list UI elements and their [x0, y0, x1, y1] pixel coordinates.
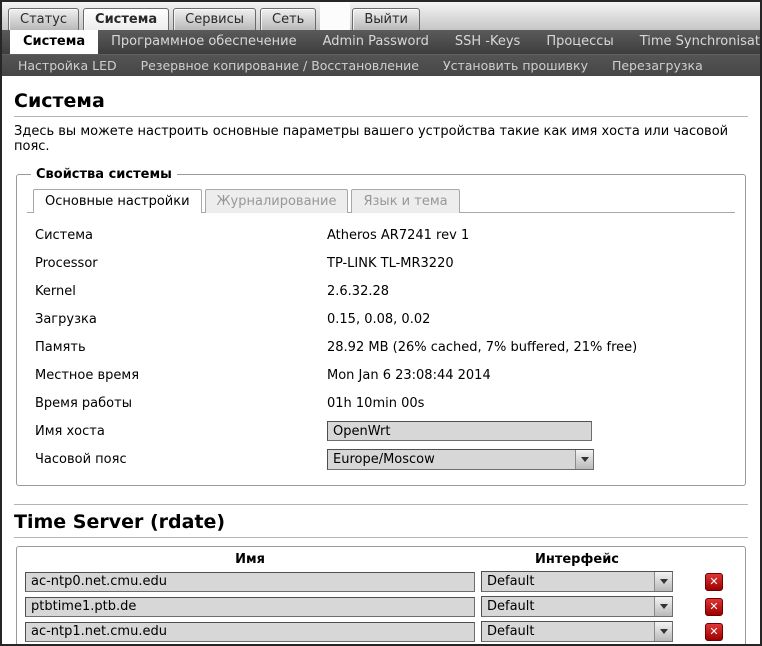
field-label: Часовой пояс	[35, 451, 127, 467]
field-row-memory: Память 28.92 MB (26% cached, 7% buffered…	[27, 333, 735, 361]
tab-general-settings[interactable]: Основные настройки	[33, 189, 202, 213]
timeserver-table-header: Имя Интерфейс	[25, 552, 737, 567]
title-divider	[14, 116, 748, 117]
field-label: Processor	[35, 255, 98, 271]
tab-system[interactable]: Система	[83, 8, 170, 30]
field-label: Память	[35, 339, 86, 355]
timeserver-interface-select[interactable]: Default	[481, 596, 673, 617]
timeserver-interface-select[interactable]: Default	[481, 571, 673, 592]
luci-window: Статус Система Сервисы Сеть Выйти Систем…	[0, 0, 762, 646]
column-header-name: Имя	[235, 552, 265, 567]
timeserver-name-input[interactable]	[25, 621, 475, 642]
subsubnav-item-reboot[interactable]: Перезагрузка	[612, 58, 717, 73]
timezone-select[interactable]: Europe/Moscow	[327, 448, 594, 470]
field-row-kernel: Kernel 2.6.32.28	[27, 277, 735, 305]
field-row-system: Система Atheros AR7241 rev 1	[27, 221, 735, 249]
tabbar-spacer	[320, 2, 351, 30]
tab-status[interactable]: Статус	[8, 8, 80, 30]
column-header-interface: Интерфейс	[534, 552, 620, 567]
section-divider	[14, 504, 748, 505]
field-label: Имя хоста	[35, 423, 105, 439]
subnav-item-processes[interactable]: Процессы	[533, 30, 626, 54]
tab-network[interactable]: Сеть	[260, 8, 317, 30]
system-subsubnav: Настройка LED Резервное копирование / Во…	[2, 54, 760, 76]
field-label: Время работы	[35, 395, 132, 411]
field-value: 01h 10min 00s	[327, 395, 425, 411]
tab-logging[interactable]: Журналирование	[204, 189, 349, 213]
chevron-down-icon	[575, 449, 593, 469]
field-row-uptime: Время работы 01h 10min 00s	[27, 389, 735, 417]
interface-selected-value: Default	[487, 599, 535, 614]
field-label: Местное время	[35, 367, 140, 383]
subnav-item-time-sync[interactable]: Time Synchronisation	[627, 30, 760, 54]
field-row-load: Загрузка 0.15, 0.08, 0.02	[27, 305, 735, 333]
timezone-selected-value: Europe/Moscow	[333, 451, 435, 467]
subnav-item-system[interactable]: Система	[10, 30, 99, 54]
delete-entry-button[interactable]: ✕	[705, 622, 723, 641]
field-row-processor: Processor TP-LINK TL-MR3220	[27, 249, 735, 277]
delete-entry-button[interactable]: ✕	[705, 597, 723, 616]
system-properties-fieldset: Свойства системы Основные настройки Журн…	[16, 167, 746, 486]
tab-services[interactable]: Сервисы	[173, 8, 256, 30]
field-value: 0.15, 0.08, 0.02	[327, 311, 431, 327]
field-value: 28.92 MB (26% cached, 7% buffered, 21% f…	[327, 339, 638, 355]
main-tabbar: Статус Система Сервисы Сеть Выйти	[2, 2, 760, 30]
interface-selected-value: Default	[487, 574, 535, 589]
delete-entry-button[interactable]: ✕	[705, 572, 723, 591]
timeserver-table: Имя Интерфейс Default ✕ Default ✕	[16, 546, 746, 644]
chevron-down-icon	[654, 622, 672, 641]
field-row-timezone: Часовой пояс Europe/Moscow	[27, 445, 735, 473]
tab-language-theme[interactable]: Язык и тема	[351, 189, 460, 213]
system-subnav: Система Программное обеспечение Admin Pa…	[2, 30, 760, 54]
hostname-input[interactable]	[327, 421, 592, 441]
main-content: Система Здесь вы можете настроить основн…	[2, 76, 760, 644]
subnav-item-admin-password[interactable]: Admin Password	[310, 30, 442, 54]
system-properties-tabbar: Основные настройки Журналирование Язык и…	[27, 188, 735, 213]
field-row-local-time: Местное время Mon Jan 6 23:08:44 2014	[27, 361, 735, 389]
subsubnav-item-backup-restore[interactable]: Резервное копирование / Восстановление	[141, 58, 433, 73]
timeserver-row: Default ✕	[25, 571, 737, 592]
page-title: Система	[14, 90, 105, 112]
interface-selected-value: Default	[487, 624, 535, 639]
subnav-item-ssh-keys[interactable]: SSH -Keys	[442, 30, 533, 54]
tab-logout[interactable]: Выйти	[352, 8, 420, 30]
timeserver-name-input[interactable]	[25, 571, 475, 592]
field-value: TP-LINK TL-MR3220	[327, 255, 454, 271]
page-description: Здесь вы можете настроить основные парам…	[14, 124, 729, 154]
system-properties-legend: Свойства системы	[36, 167, 172, 182]
subsubnav-item-flash-firmware[interactable]: Установить прошивку	[443, 58, 602, 73]
timeserver-row: Default ✕	[25, 596, 737, 617]
timeserver-title-divider	[14, 537, 748, 538]
subnav-item-software[interactable]: Программное обеспечение	[98, 30, 309, 54]
timeserver-name-input[interactable]	[25, 596, 475, 617]
field-label: Kernel	[35, 283, 76, 299]
field-label: Система	[35, 227, 94, 243]
chevron-down-icon	[654, 597, 672, 616]
chevron-down-icon	[654, 572, 672, 591]
field-value: Atheros AR7241 rev 1	[327, 227, 470, 243]
timeserver-interface-select[interactable]: Default	[481, 621, 673, 642]
timeserver-title: Time Server (rdate)	[14, 511, 226, 533]
field-row-hostname: Имя хоста	[27, 417, 735, 445]
field-label: Загрузка	[35, 311, 97, 327]
field-value: 2.6.32.28	[327, 283, 390, 299]
subsubnav-item-led[interactable]: Настройка LED	[18, 58, 131, 73]
timeserver-row: Default ✕	[25, 621, 737, 642]
field-value: Mon Jan 6 23:08:44 2014	[327, 367, 491, 383]
